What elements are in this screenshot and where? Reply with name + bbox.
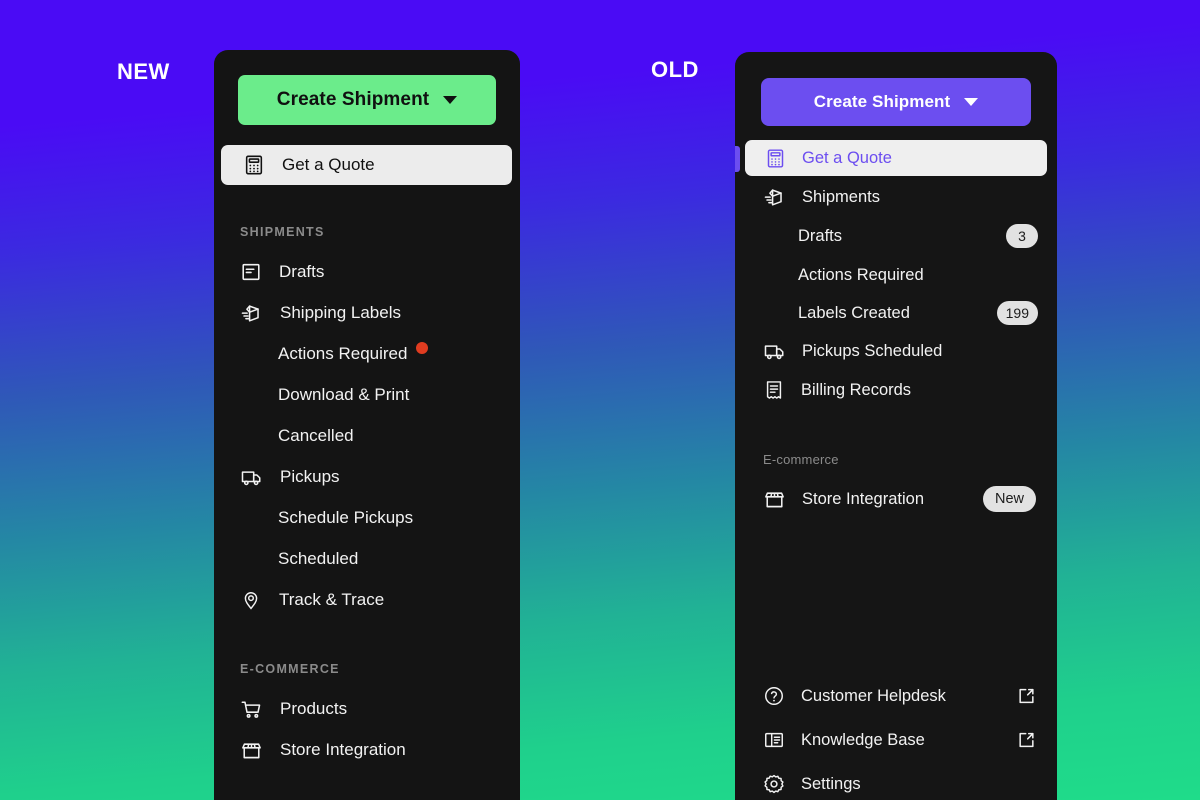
sidebar-item-label: Store Integration (280, 740, 406, 759)
sidebar-item-label: Customer Helpdesk (801, 686, 946, 705)
sidebar-item-scheduled-new[interactable]: Scheduled (240, 545, 358, 573)
sidebar-item-label: Get a Quote (802, 148, 892, 167)
sidebar-item-schedule-pickups-new[interactable]: Schedule Pickups (240, 504, 413, 532)
storefront-icon (240, 739, 263, 762)
create-shipment-label: Create Shipment (813, 92, 951, 111)
sidebar-item-shipping-labels-new[interactable]: Shipping Labels (240, 299, 401, 327)
create-shipment-button-new[interactable]: Create Shipment (238, 75, 496, 125)
section-heading-ecommerce-new: E-COMMERCE (240, 662, 340, 676)
sidebar-item-label: Labels Created (798, 303, 910, 322)
truck-icon (240, 466, 263, 489)
book-panel-icon (763, 729, 785, 751)
sidebar-item-pickups-new[interactable]: Pickups (240, 463, 340, 491)
count-badge: 3 (1006, 224, 1038, 248)
sidebar-item-get-a-quote-old[interactable]: Get a Quote (745, 140, 1047, 176)
external-link-icon[interactable] (1017, 687, 1036, 706)
chevron-down-icon (964, 98, 979, 106)
compare-label-old: OLD (651, 57, 699, 82)
sidebar-item-track-trace-new[interactable]: Track & Trace (240, 586, 384, 614)
count-badge: 199 (996, 301, 1038, 325)
truck-icon (763, 340, 786, 363)
sidebar-item-label: Download & Print (278, 385, 410, 404)
gear-icon (763, 773, 785, 795)
storefront-icon (763, 488, 786, 511)
map-pin-icon (240, 589, 262, 611)
sidebar-item-store-integration-new[interactable]: Store Integration (240, 736, 406, 764)
sidebar-item-pickups-scheduled-old[interactable]: Pickups Scheduled (763, 337, 1048, 365)
sidebar-item-label: Actions Required (278, 344, 408, 363)
sidebar-item-actions-required-new[interactable]: Actions Required (240, 340, 429, 368)
sidebar-item-label: Shipping Labels (280, 303, 401, 322)
sidebar-item-label: Pickups (280, 467, 340, 486)
sidebar-item-actions-required-old[interactable]: Actions Required (763, 261, 1048, 289)
box-motion-icon (763, 186, 786, 209)
chevron-down-icon (443, 96, 458, 104)
sidebar-item-label: Cancelled (278, 426, 354, 445)
external-link-icon[interactable] (1017, 731, 1036, 750)
sidebar-item-customer-helpdesk[interactable]: Customer Helpdesk (763, 682, 1048, 710)
sidebar-item-label: Pickups Scheduled (802, 341, 943, 360)
sidebar-item-label: Schedule Pickups (278, 508, 414, 527)
sidebar-item-label: Knowledge Base (801, 730, 925, 749)
sidebar-old: Create Shipment Get a Quote Shipments Dr… (735, 52, 1057, 800)
sidebar-item-get-a-quote-new[interactable]: Get a Quote (221, 145, 512, 185)
sidebar-item-drafts-new[interactable]: Drafts (240, 258, 324, 286)
create-shipment-label: Create Shipment (276, 89, 430, 110)
calculator-icon (765, 148, 786, 169)
document-lines-icon (240, 261, 262, 283)
sidebar-item-settings[interactable]: Settings (763, 770, 1048, 798)
sidebar-item-label: Drafts (279, 262, 325, 281)
sidebar-item-label: Track & Trace (279, 590, 385, 609)
sidebar-item-download-print-new[interactable]: Download & Print (240, 381, 409, 409)
section-heading-ecommerce-old: E-commerce (763, 452, 839, 467)
sidebar-item-label: Settings (801, 774, 861, 793)
sidebar-item-label: Actions Required (798, 265, 924, 284)
cart-icon (240, 698, 263, 721)
section-heading-shipments-new: SHIPMENTS (240, 225, 325, 239)
alert-dot-badge (416, 342, 429, 354)
sidebar-item-knowledge-base[interactable]: Knowledge Base (763, 726, 1048, 754)
sidebar-item-label: Billing Records (801, 380, 912, 399)
sidebar-item-label: Shipments (802, 187, 880, 206)
sidebar-item-shipments-old[interactable]: Shipments (763, 183, 1048, 211)
sidebar-item-drafts-old[interactable]: Drafts 3 (763, 222, 1048, 250)
sidebar-item-store-integration-old[interactable]: Store Integration New (763, 485, 1048, 513)
sidebar-item-label: Get a Quote (282, 155, 375, 174)
active-item-indicator (735, 146, 740, 172)
sidebar-item-cancelled-new[interactable]: Cancelled (240, 422, 354, 450)
receipt-icon (763, 379, 785, 401)
sidebar-item-label: Drafts (798, 226, 843, 245)
sidebar-item-billing-records-old[interactable]: Billing Records (763, 376, 1048, 404)
sidebar-item-label: Products (280, 699, 348, 718)
sidebar-item-label: Scheduled (278, 549, 359, 568)
sidebar-new: Create Shipment Get a Quote SHIPMENTS Dr… (214, 50, 520, 800)
sidebar-item-labels-created-old[interactable]: Labels Created 199 (763, 299, 1048, 327)
box-motion-icon (240, 302, 263, 325)
compare-label-new: NEW (117, 59, 170, 84)
new-badge: New (982, 486, 1036, 512)
sidebar-item-label: Store Integration (802, 489, 924, 508)
calculator-icon (243, 154, 265, 176)
question-circle-icon (763, 685, 785, 707)
create-shipment-button-old[interactable]: Create Shipment (761, 78, 1031, 126)
sidebar-item-products-new[interactable]: Products (240, 695, 347, 723)
